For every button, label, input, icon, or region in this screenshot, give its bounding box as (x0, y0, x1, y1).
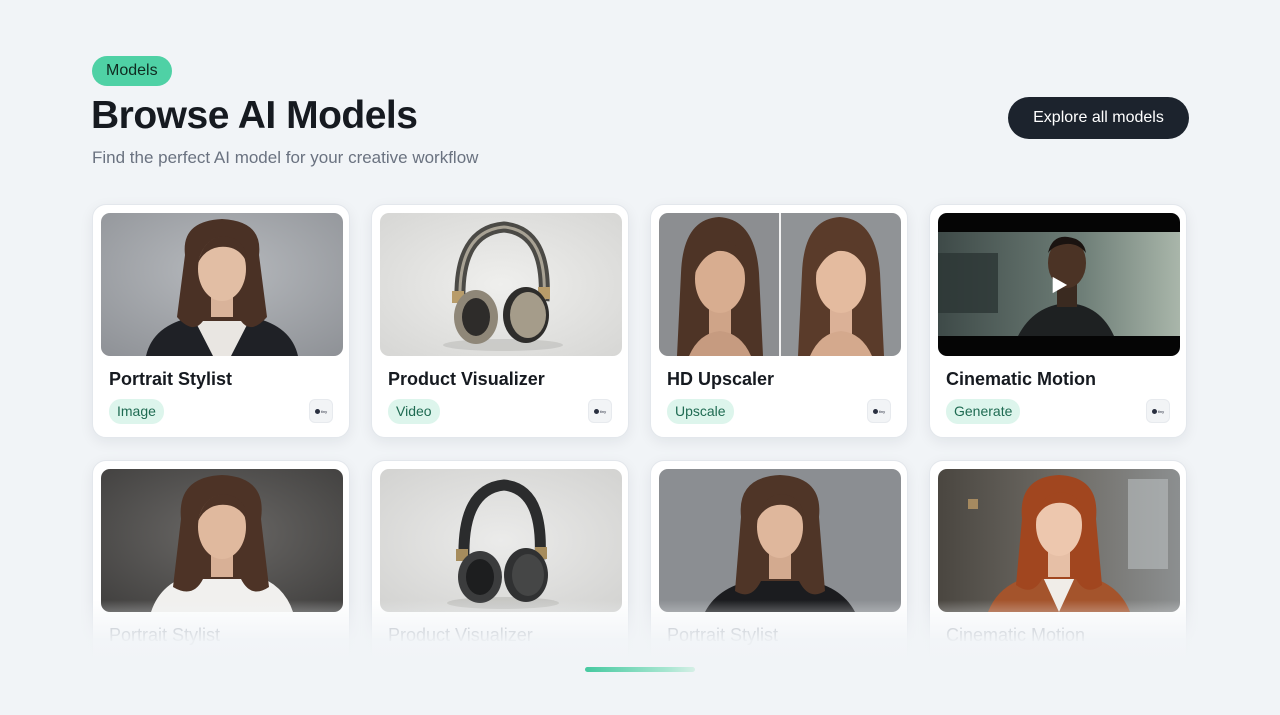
model-thumbnail (659, 213, 901, 356)
model-title: Portrait Stylist (109, 369, 233, 389)
model-title: Product Visualizer (388, 625, 533, 645)
vendor-logo-icon: tiny (1146, 399, 1170, 423)
section-pill: Models (92, 56, 172, 86)
model-card[interactable]: Cinematic Motion Generate tiny (929, 204, 1187, 438)
model-tag[interactable]: Image (109, 399, 164, 424)
model-thumbnail (380, 469, 622, 612)
model-card[interactable]: Product Visualizer Video tiny (371, 204, 629, 438)
scroll-indicator[interactable] (585, 667, 695, 672)
play-icon[interactable] (1050, 275, 1068, 295)
model-tag[interactable]: Generate (946, 399, 1021, 424)
vendor-logo-icon: tiny (309, 399, 333, 423)
model-card[interactable]: Portrait Stylist Image tiny (92, 204, 350, 438)
page-subtitle: Find the perfect AI model for your creat… (92, 148, 479, 167)
model-thumbnail (659, 469, 901, 612)
model-card[interactable]: HD Upscaler Upscale tiny (650, 204, 908, 438)
model-title: Portrait Stylist (667, 625, 779, 645)
vendor-logo-icon: tiny (588, 399, 612, 423)
model-title: HD Upscaler (667, 369, 775, 389)
model-card[interactable]: Cinematic Motion (929, 460, 1187, 694)
model-thumbnail (380, 213, 622, 356)
model-title: Cinematic Motion (946, 369, 1097, 389)
model-thumbnail (101, 469, 343, 612)
model-title: Product Visualizer (388, 369, 545, 389)
model-card[interactable]: Portrait Stylist (92, 460, 350, 694)
model-tag[interactable]: Upscale (667, 399, 734, 424)
model-thumbnail (101, 213, 343, 356)
vendor-logo-icon: tiny (867, 399, 891, 423)
model-tag[interactable]: Video (388, 399, 440, 424)
model-title: Cinematic Motion (946, 625, 1086, 645)
model-card[interactable]: Portrait Stylist (650, 460, 908, 694)
model-card[interactable]: Product Visualizer (371, 460, 629, 694)
models-grid: Portrait Stylist Image tiny Product Visu… (92, 204, 1187, 694)
model-thumbnail (938, 213, 1180, 356)
page-title: Browse AI Models (91, 94, 418, 137)
explore-all-models-button[interactable]: Explore all models (1008, 97, 1189, 139)
model-thumbnail (938, 469, 1180, 612)
model-title: Portrait Stylist (109, 625, 221, 645)
